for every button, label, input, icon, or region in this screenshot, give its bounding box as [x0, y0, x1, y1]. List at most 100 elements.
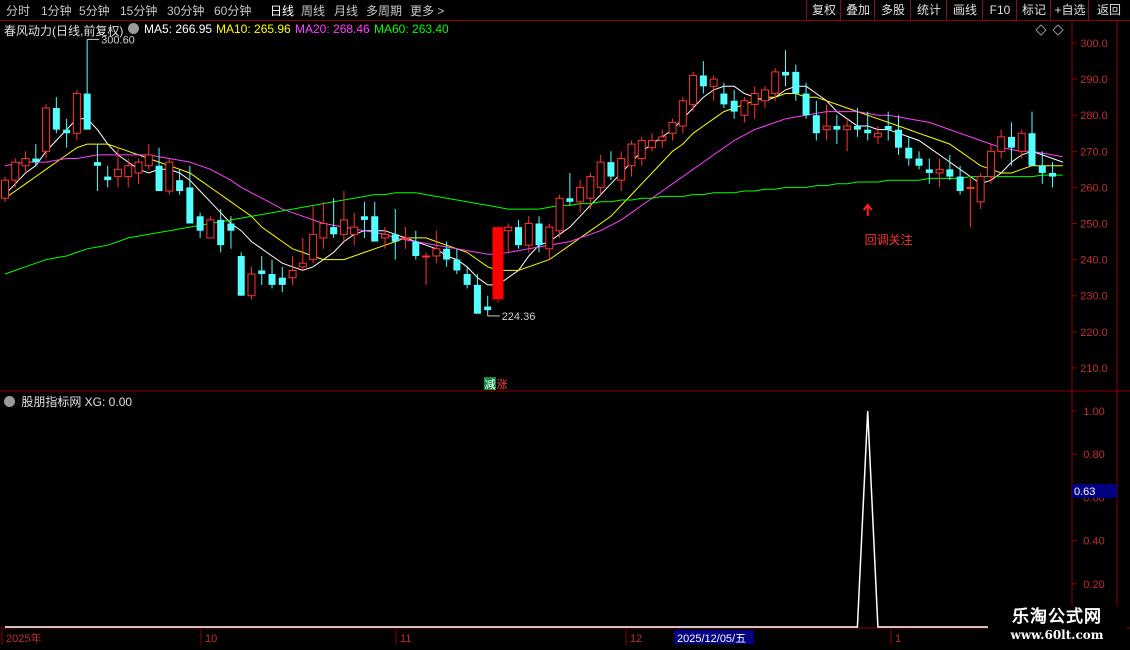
candle[interactable] [484, 295, 492, 316]
candle[interactable] [617, 151, 626, 192]
candle[interactable] [658, 129, 667, 148]
up-arrow-icon [862, 203, 873, 216]
candle[interactable] [298, 237, 307, 271]
candle[interactable] [524, 216, 533, 253]
candle[interactable] [566, 172, 574, 206]
candle[interactable] [196, 212, 204, 238]
candle[interactable] [986, 144, 995, 184]
candle[interactable] [905, 136, 913, 166]
time-axis-label: 1 [895, 633, 901, 645]
candle[interactable] [699, 61, 707, 94]
candle[interactable] [492, 227, 504, 303]
candle[interactable] [83, 39, 91, 130]
candle[interactable] [515, 219, 522, 249]
candle[interactable] [607, 151, 615, 181]
candle-body [515, 227, 522, 246]
candle[interactable] [453, 248, 461, 275]
candle[interactable] [1, 176, 9, 202]
candle[interactable] [976, 172, 985, 210]
candle[interactable] [545, 223, 554, 260]
candle[interactable] [371, 201, 379, 242]
candle[interactable] [925, 158, 933, 184]
candle[interactable] [72, 89, 81, 141]
candle[interactable] [678, 97, 687, 134]
candle[interactable] [350, 212, 359, 246]
candle-body [1017, 132, 1026, 152]
diamond-icon-2[interactable] [1052, 24, 1064, 36]
candle[interactable] [956, 165, 964, 195]
candle[interactable] [432, 230, 441, 264]
candle[interactable] [319, 201, 328, 249]
kline-chart[interactable]: 300.0 290.0 280.0 270.0 260.0 250.0 240.0 230.0… [0, 0, 1130, 650]
candle[interactable] [422, 252, 431, 285]
candle[interactable] [709, 75, 718, 101]
candle[interactable] [760, 86, 769, 108]
candle[interactable] [443, 241, 451, 267]
candle[interactable] [668, 118, 677, 141]
candle[interactable] [843, 118, 852, 152]
candle[interactable] [391, 209, 399, 260]
candle[interactable] [915, 151, 923, 170]
ma-line-ma60 [4, 174, 1063, 275]
candle-body [21, 158, 30, 167]
candle[interactable] [997, 129, 1006, 159]
candle[interactable] [134, 158, 143, 184]
candle[interactable] [627, 140, 636, 177]
candle[interactable] [52, 97, 60, 134]
candle[interactable] [555, 194, 564, 238]
candle-body [268, 274, 276, 285]
candle[interactable] [1007, 122, 1015, 166]
candle[interactable] [339, 191, 348, 242]
candle[interactable] [473, 274, 481, 314]
candle[interactable] [812, 100, 820, 141]
candle[interactable] [278, 266, 286, 293]
candle[interactable] [596, 154, 605, 195]
candle[interactable] [412, 230, 420, 260]
candle[interactable] [155, 147, 163, 192]
diamond-icon[interactable] [1035, 24, 1047, 36]
candle[interactable] [740, 97, 749, 123]
candle[interactable] [247, 266, 256, 300]
candle[interactable] [42, 104, 51, 159]
indicator-settings-icon[interactable] [4, 396, 15, 407]
candle[interactable] [894, 115, 902, 155]
candle[interactable] [576, 180, 585, 213]
candle[interactable] [833, 115, 841, 145]
candle[interactable] [750, 86, 759, 119]
candle[interactable] [258, 255, 266, 285]
candle[interactable] [966, 176, 975, 228]
candle[interactable] [822, 104, 831, 141]
candle[interactable] [11, 158, 20, 188]
candle[interactable] [1028, 111, 1036, 166]
candle-body [72, 93, 81, 134]
candle[interactable] [782, 50, 790, 87]
candle[interactable] [637, 136, 646, 166]
candle[interactable] [288, 255, 297, 285]
candle[interactable] [792, 64, 800, 101]
candle[interactable] [63, 118, 71, 148]
candle[interactable] [935, 158, 944, 188]
candle[interactable] [21, 151, 30, 173]
indicator-title[interactable]: 股朋指标网 XG: 0.00 [21, 395, 132, 409]
candle[interactable] [93, 144, 101, 192]
candle[interactable] [113, 147, 122, 188]
candle[interactable] [144, 144, 153, 170]
candle[interactable] [206, 216, 215, 239]
candle[interactable] [648, 133, 657, 152]
candle[interactable] [165, 158, 174, 195]
candle[interactable] [946, 154, 954, 181]
candle[interactable] [176, 169, 184, 195]
candle[interactable] [330, 198, 338, 238]
candle[interactable] [360, 201, 368, 238]
candle[interactable] [124, 158, 133, 188]
candle[interactable] [104, 165, 112, 188]
candle[interactable] [401, 227, 410, 249]
candle[interactable] [268, 259, 276, 289]
candle-body [730, 100, 738, 112]
candle[interactable] [504, 223, 513, 253]
candle[interactable] [309, 205, 318, 264]
candle-body [966, 186, 975, 189]
candle[interactable] [237, 252, 245, 296]
candle[interactable] [730, 89, 738, 119]
candle-body [576, 186, 585, 203]
